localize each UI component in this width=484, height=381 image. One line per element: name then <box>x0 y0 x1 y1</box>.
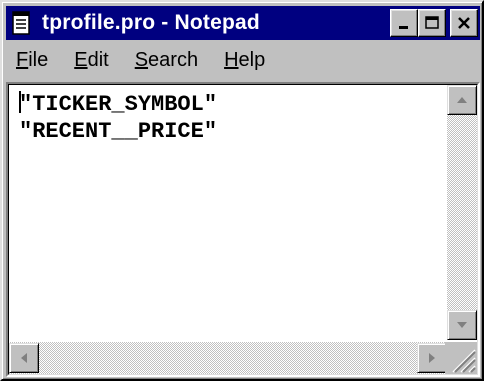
size-grip[interactable] <box>445 342 477 374</box>
close-icon <box>458 17 470 29</box>
scroll-right-button[interactable] <box>417 343 447 373</box>
scroll-left-button[interactable] <box>9 343 39 373</box>
menu-help-mnemonic: H <box>224 48 239 71</box>
menu-edit[interactable]: Edit <box>64 49 118 72</box>
menu-file-mnemonic: F <box>16 48 29 71</box>
arrow-up-icon <box>457 97 467 103</box>
menu-search-mnemonic: S <box>134 48 149 71</box>
maximize-icon <box>425 16 439 29</box>
horizontal-scrollbar[interactable] <box>9 342 447 374</box>
notepad-icon[interactable] <box>10 10 32 36</box>
menu-file-label: ile <box>28 48 49 71</box>
menu-help[interactable]: Help <box>214 49 275 72</box>
editor-line-1-text: "TICKER_SYMBOL" <box>19 92 218 117</box>
window-controls <box>390 9 478 37</box>
menu-search[interactable]: Search <box>125 49 208 72</box>
menu-search-label: earch <box>148 48 199 71</box>
close-button[interactable] <box>450 9 478 37</box>
arrow-left-icon <box>21 353 27 363</box>
minimize-icon <box>399 26 408 29</box>
menu-file[interactable]: File <box>6 49 58 72</box>
maximize-button[interactable] <box>418 9 446 37</box>
resize-grip-icon <box>452 349 476 373</box>
menu-bar: File Edit Search Help <box>6 42 480 78</box>
arrow-down-icon <box>457 322 467 328</box>
minimize-button[interactable] <box>390 9 418 37</box>
scroll-down-button[interactable] <box>447 310 477 340</box>
editor-line-2: "RECENT__PRICE" <box>19 119 218 144</box>
vertical-scrollbar[interactable] <box>447 85 477 340</box>
editor-frame: "TICKER_SYMBOL" "RECENT__PRICE" <box>6 82 480 377</box>
menu-help-label: elp <box>238 48 266 71</box>
editor-frame-inner: "TICKER_SYMBOL" "RECENT__PRICE" <box>8 84 478 375</box>
menu-edit-mnemonic: E <box>74 48 88 71</box>
scroll-up-button[interactable] <box>447 85 477 115</box>
menu-edit-label: dit <box>87 48 109 71</box>
window-title: tprofile.pro - Notepad <box>42 11 260 34</box>
editor-line-1: "TICKER_SYMBOL" <box>19 91 447 118</box>
text-editor[interactable]: "TICKER_SYMBOL" "RECENT__PRICE" <box>9 85 447 340</box>
notepad-window: tprofile.pro - Notepad File Edit Search … <box>0 0 484 381</box>
title-bar[interactable]: tprofile.pro - Notepad <box>6 6 480 40</box>
arrow-right-icon <box>429 353 435 363</box>
